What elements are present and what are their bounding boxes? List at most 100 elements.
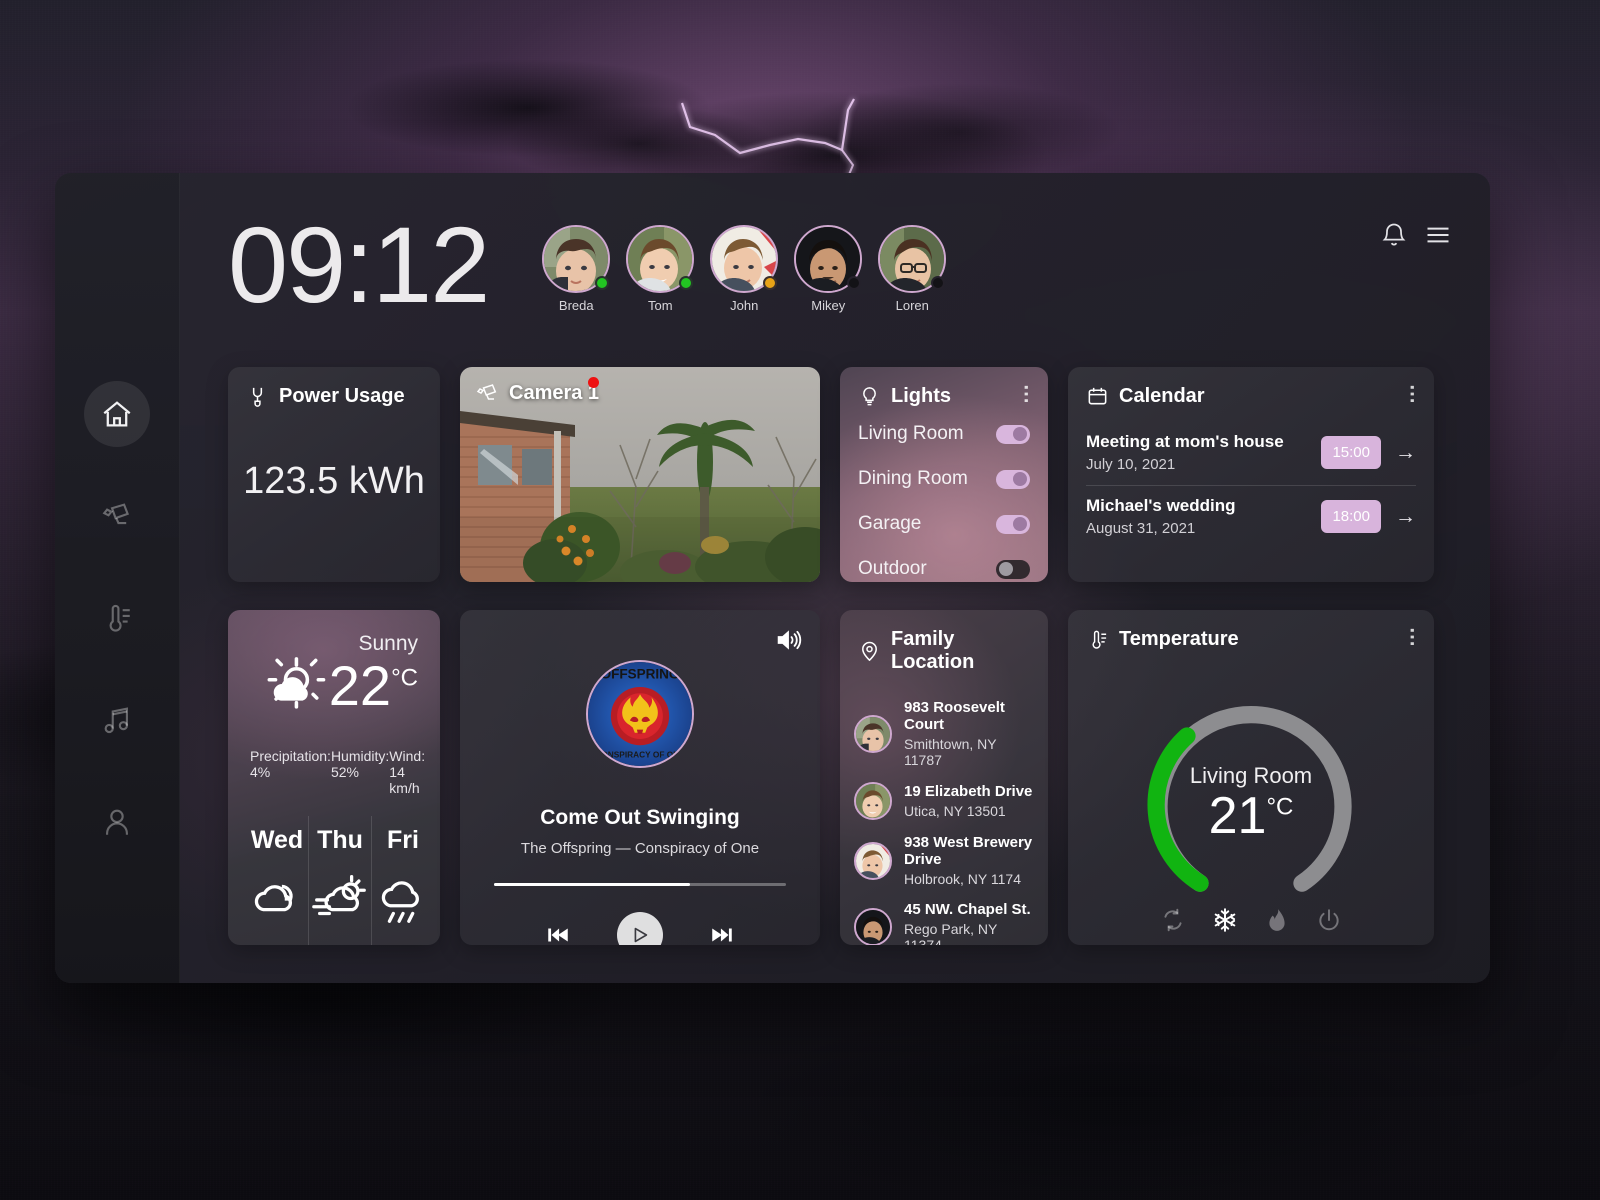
- svg-text:CONSPIRACY OF ONE: CONSPIRACY OF ONE: [595, 750, 685, 760]
- camera-label: Camera 1: [476, 381, 599, 405]
- sidebar: [55, 173, 180, 983]
- avatar: [854, 841, 892, 880]
- forecast-temps: 24° 12°: [309, 944, 371, 945]
- widget-grid: Power Usage 123.5 kWh Camera 1 Lights ⋯ …: [228, 367, 1452, 945]
- calendar-more-options-icon[interactable]: ⋯: [1401, 384, 1423, 404]
- humidity-stat: Humidity: 52%: [330, 748, 390, 780]
- dashboard-panel: 09:12 Breda Tom John Mikey Loren Power U…: [55, 173, 1490, 983]
- avatar-photo-mikey: [856, 910, 890, 944]
- status-dot-online: [679, 276, 694, 290]
- family-member[interactable]: Breda: [542, 225, 611, 313]
- family-location-item[interactable]: 983 Roosevelt Court Smithtown, NY 11787: [854, 692, 1034, 775]
- temperature-card: Temperature ⋯ Living Room 21°C: [1068, 610, 1434, 945]
- playback-controls: [460, 912, 820, 945]
- sidebar-item-climate[interactable]: [84, 585, 150, 651]
- mode-cool-button[interactable]: [1212, 907, 1238, 933]
- svg-text:OFFSPRING: OFFSPRING: [601, 667, 680, 682]
- hamburger-menu-icon[interactable]: [1424, 221, 1452, 249]
- sidebar-item-music[interactable]: [84, 687, 150, 753]
- map-pin-icon: [862, 641, 877, 661]
- play-button[interactable]: [617, 912, 663, 945]
- mode-heat-button[interactable]: [1264, 907, 1290, 933]
- track-title: Come Out Swinging: [540, 806, 740, 829]
- forecast-day-name: Thu: [317, 826, 363, 854]
- lights-more-options-icon[interactable]: ⋯: [1015, 384, 1037, 404]
- bell-icon[interactable]: [1380, 221, 1408, 249]
- light-row[interactable]: Garage: [840, 505, 1048, 543]
- family-location-item[interactable]: 45 NW. Chapel St. Rego Park, NY 11374: [854, 894, 1034, 945]
- power-icon: [1319, 909, 1339, 931]
- power-usage-card[interactable]: Power Usage 123.5 kWh: [228, 367, 440, 582]
- avatar: [854, 782, 892, 820]
- light-name: Garage: [858, 513, 922, 534]
- family-member[interactable]: Tom: [626, 225, 695, 313]
- sidebar-item-home[interactable]: [84, 381, 150, 447]
- music-note-icon: [104, 707, 128, 734]
- member-address: 983 Roosevelt Court: [904, 699, 1005, 733]
- weather-card: Sunny 22°C Precipitation: 4% Humidity: 5…: [228, 610, 440, 945]
- family-location-card: Family Location 983 Roosevelt Court Smit…: [840, 610, 1048, 945]
- thermostat-modes: [1068, 907, 1434, 933]
- clock: 09:12: [228, 204, 490, 325]
- light-row[interactable]: Dining Room: [840, 460, 1048, 498]
- light-row[interactable]: Living Room: [840, 415, 1048, 453]
- family-member-name: Tom: [647, 298, 673, 313]
- header-actions: [1380, 221, 1452, 249]
- light-toggle[interactable]: [996, 559, 1030, 579]
- event-open-arrow-icon[interactable]: →: [1395, 505, 1416, 529]
- family-member[interactable]: John: [710, 225, 779, 313]
- light-bulb-icon: [863, 387, 876, 406]
- card-title: Temperature: [1068, 610, 1434, 651]
- family-member[interactable]: Mikey: [794, 225, 863, 313]
- header: 09:12 Breda Tom John Mikey Loren: [228, 203, 1452, 353]
- light-row[interactable]: Outdoor: [840, 550, 1048, 582]
- forecast-day[interactable]: Thu 24° 12°: [309, 816, 372, 945]
- temperature-gauge[interactable]: Living Room 21°C: [1136, 685, 1366, 915]
- mode-power-button[interactable]: [1316, 907, 1342, 933]
- calendar-event[interactable]: Michael's wedding August 31, 2021 18:00 …: [1086, 485, 1416, 549]
- family-member[interactable]: Loren: [878, 225, 947, 313]
- lights-title: Lights: [891, 385, 951, 407]
- wind-stat: Wind: 14 km/h: [389, 748, 426, 796]
- lights-card: Lights ⋯ Living Room Dining Room Garage …: [840, 367, 1048, 582]
- family-location-item[interactable]: 19 Elizabeth Drive Utica, NY 13501: [854, 775, 1034, 827]
- light-toggle[interactable]: [996, 424, 1030, 444]
- temperature-more-options-icon[interactable]: ⋯: [1401, 627, 1423, 647]
- sidebar-item-profile[interactable]: [84, 789, 150, 855]
- family-location-item[interactable]: 938 West Brewery Drive Holbrook, NY 1174: [854, 827, 1034, 894]
- flame-icon: [1269, 909, 1285, 931]
- family-location-list: 983 Roosevelt Court Smithtown, NY 11787: [840, 674, 1048, 945]
- sun-behind-cloud-icon: [267, 657, 326, 709]
- calendar-event[interactable]: Meeting at mom's house July 10, 2021 15:…: [1086, 422, 1416, 485]
- forecast-temps: 24° 12°: [372, 944, 434, 945]
- track-artist-album: The Offspring — Conspiracy of One: [520, 840, 760, 857]
- status-dot-offline: [931, 276, 946, 290]
- mode-auto-button[interactable]: [1160, 907, 1186, 933]
- gauge-room-name: Living Room: [1189, 762, 1313, 788]
- recording-indicator: [588, 377, 599, 388]
- event-time-badge: 15:00: [1321, 436, 1381, 469]
- forecast-day[interactable]: Wed 24° 13°: [246, 816, 309, 945]
- camera-card[interactable]: Camera 1: [460, 367, 820, 582]
- main-content: 09:12 Breda Tom John Mikey Loren Power U…: [180, 173, 1490, 983]
- progress-bar[interactable]: [494, 883, 786, 886]
- card-title: Family Location: [840, 610, 1048, 674]
- calendar-icon: [1088, 387, 1107, 405]
- next-track-icon[interactable]: [709, 922, 735, 945]
- volume-button[interactable]: [774, 626, 802, 659]
- event-open-arrow-icon[interactable]: →: [1395, 441, 1416, 465]
- sidebar-item-cameras[interactable]: [84, 483, 150, 549]
- previous-track-icon[interactable]: [545, 922, 571, 945]
- forecast-day[interactable]: Fri 24° 12°: [372, 816, 434, 945]
- member-address: 45 NW. Chapel St.: [904, 901, 1031, 918]
- light-toggle[interactable]: [996, 469, 1030, 489]
- event-time-badge: 18:00: [1321, 500, 1381, 533]
- light-toggle[interactable]: [996, 514, 1030, 534]
- member-address: 938 West Brewery Drive: [904, 834, 1033, 868]
- avatar: [854, 714, 892, 753]
- temperature-title: Temperature: [1119, 628, 1239, 650]
- weather-condition: Sunny: [358, 632, 418, 655]
- camera-title: Camera 1: [509, 381, 600, 404]
- family-member-name: Breda: [558, 298, 594, 313]
- status-dot-online: [595, 276, 610, 290]
